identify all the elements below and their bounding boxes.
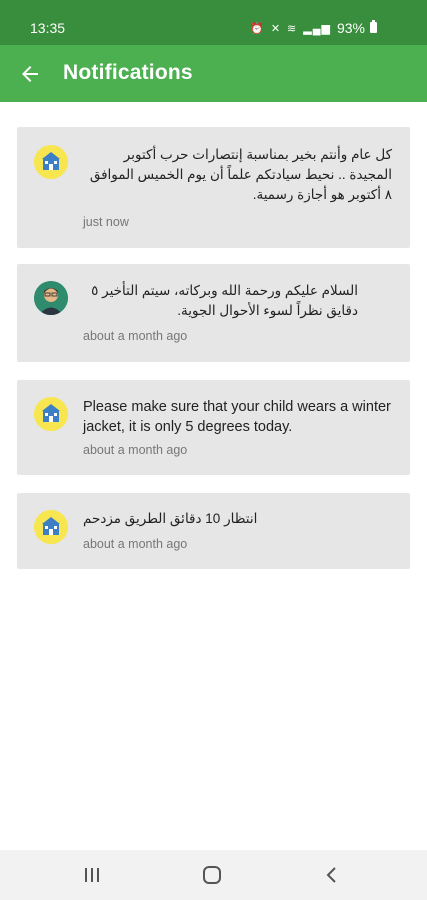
notification-message: السلام عليكم ورحمة الله وبركاته، سيتم ال… xyxy=(91,283,358,318)
arrow-left-icon[interactable] xyxy=(18,62,42,86)
notification-time: about a month ago xyxy=(83,443,188,457)
notification-message: انتظار 10 دقائق الطريق مزدحم xyxy=(83,511,258,526)
notification-time: about a month ago xyxy=(83,537,188,551)
school-icon xyxy=(34,510,68,544)
alarm-icon: ⏰ xyxy=(250,22,265,35)
notification-time: about a month ago xyxy=(83,329,188,343)
status-icons: ⏰ ✕ ≋ ▂▄▆ 93% xyxy=(250,20,365,36)
signal-icon: ▂▄▆ xyxy=(303,22,331,35)
page-title: Notifications xyxy=(63,61,193,84)
notification-message: كل عام وأنتم بخير بمناسبة إنتصارات حرب أ… xyxy=(89,147,392,202)
battery-icon xyxy=(370,20,377,33)
notification-time: just now xyxy=(83,215,129,229)
status-time: 13:35 xyxy=(30,20,66,36)
person-icon xyxy=(34,281,68,315)
back-icon[interactable] xyxy=(320,863,344,887)
notification-message: Please make sure that your child wears a… xyxy=(83,399,391,435)
app-bar: Notifications xyxy=(0,45,427,102)
status-bar: 13:35 ⏰ ✕ ≋ ▂▄▆ 93% xyxy=(0,0,427,45)
home-icon[interactable] xyxy=(200,863,224,887)
wifi-icon: ≋ xyxy=(287,22,298,35)
notification-card[interactable]: Please make sure that your child wears a… xyxy=(17,380,410,475)
school-icon xyxy=(34,145,68,179)
notification-card[interactable]: السلام عليكم ورحمة الله وبركاته، سيتم ال… xyxy=(17,264,410,362)
mute-icon: ✕ xyxy=(270,22,282,35)
recent-apps-icon[interactable] xyxy=(80,863,104,887)
battery-label: 93% xyxy=(336,20,365,36)
system-nav-bar xyxy=(0,850,427,900)
school-icon xyxy=(34,397,68,431)
notification-card[interactable]: انتظار 10 دقائق الطريق مزدحم about a mon… xyxy=(17,493,410,569)
notification-card[interactable]: كل عام وأنتم بخير بمناسبة إنتصارات حرب أ… xyxy=(17,127,410,248)
